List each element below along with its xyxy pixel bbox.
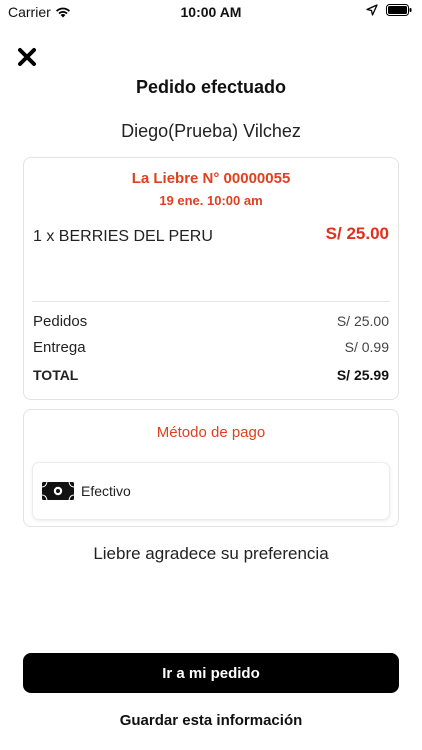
summary-row-total: TOTAL S/ 25.99: [33, 367, 389, 383]
summary-row-orders: Pedidos S/ 25.00: [33, 313, 389, 330]
order-card: La Liebre N° 00000055 19 ene. 10:00 am 1…: [23, 157, 399, 400]
go-to-order-button[interactable]: Ir a mi pedido: [23, 653, 399, 693]
close-button[interactable]: [16, 46, 38, 68]
order-divider: [32, 301, 390, 302]
summary-row-delivery: Entrega S/ 0.99: [33, 339, 389, 356]
page-title: Pedido efectuado: [135, 77, 287, 97]
close-icon: [18, 48, 36, 66]
customer-name: Diego(Prueba) Vilchez: [121, 121, 301, 141]
order-number: La Liebre N° 00000055: [131, 170, 291, 187]
orders-value: S/ 25.00: [336, 313, 389, 329]
order-item-price: S/ 25.00: [325, 224, 389, 243]
order-date: 19 ene. 10:00 am: [159, 193, 263, 208]
payment-title: Método de pago: [156, 424, 266, 441]
delivery-value: S/ 0.99: [344, 339, 389, 355]
status-bar: Carrier 10:00 AM: [0, 0, 422, 24]
thanks-message: Liebre agradece su preferencia: [93, 544, 329, 563]
payment-card: Método de pago Efectivo: [23, 409, 399, 527]
orders-label: Pedidos: [33, 313, 88, 330]
order-item-description: 1 x BERRIES DEL PERU: [33, 228, 213, 245]
total-value: S/ 25.99: [336, 367, 389, 383]
cash-icon: [41, 481, 75, 501]
payment-method-label: Efectivo: [81, 483, 131, 499]
location-arrow-icon: [366, 4, 378, 16]
total-label: TOTAL: [33, 367, 79, 383]
save-info-button[interactable]: Guardar esta información: [0, 712, 422, 729]
status-time: 10:00 AM: [180, 4, 242, 20]
battery-icon: [386, 4, 412, 16]
status-right: [366, 4, 412, 16]
delivery-label: Entrega: [33, 339, 86, 356]
payment-option-cash[interactable]: Efectivo: [32, 462, 390, 520]
